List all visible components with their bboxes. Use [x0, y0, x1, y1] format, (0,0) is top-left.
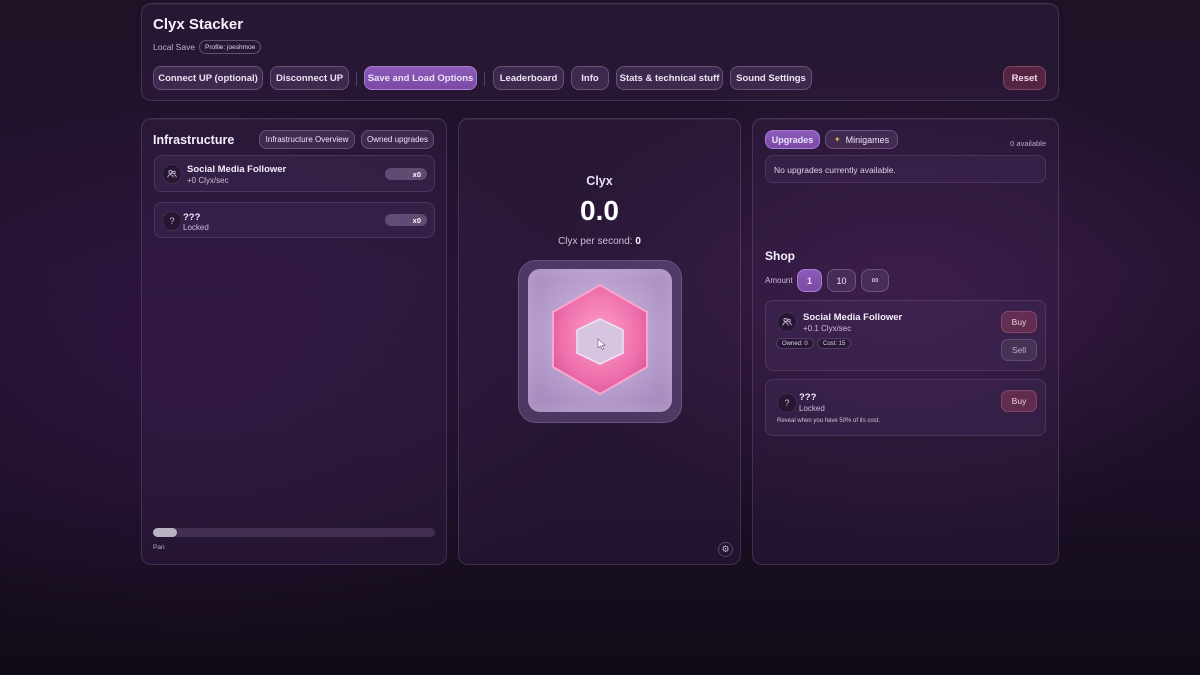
amount-label: Amount — [765, 276, 793, 285]
infrastructure-item[interactable]: ? ??? Locked x0 — [154, 202, 435, 238]
reset-button[interactable]: Reset — [1003, 66, 1046, 90]
infrastructure-item-rate: +0 Clyx/sec — [187, 176, 229, 185]
infrastructure-item-rate: Locked — [183, 223, 209, 232]
tab-upgrades[interactable]: Upgrades — [765, 130, 820, 149]
upgrades-empty-box: No upgrades currently available. — [765, 155, 1046, 183]
per-second-value: 0 — [635, 236, 641, 247]
currency-label: Clyx — [586, 174, 613, 188]
infrastructure-item-name: Social Media Follower — [187, 164, 287, 175]
clicker-button[interactable] — [528, 269, 672, 412]
save-load-options-button[interactable]: Save and Load Options — [364, 66, 477, 90]
hexagon-icon — [552, 284, 648, 395]
minigames-icon: ✦ — [833, 135, 841, 144]
shop-item-name: ??? — [799, 392, 817, 403]
infrastructure-item-count: x0 — [385, 214, 427, 226]
amount-10-button[interactable]: 10 — [827, 269, 856, 292]
tab-owned-upgrades[interactable]: Owned upgrades — [361, 130, 434, 149]
amount-max-button[interactable]: ∞ — [861, 269, 889, 292]
owned-badge: Owned: 0 — [776, 338, 814, 349]
shop-item: Social Media Follower +0.1 Clyx/sec Owne… — [765, 300, 1046, 371]
header-divider — [356, 72, 357, 86]
disconnect-up-button[interactable]: Disconnect UP — [270, 66, 349, 90]
header-divider — [484, 72, 485, 86]
pan-label: Pan — [153, 544, 165, 551]
stats-button[interactable]: Stats & technical stuff — [616, 66, 723, 90]
question-icon: ? — [777, 393, 797, 413]
per-second-label: Clyx per second: — [558, 236, 633, 247]
leaderboard-button[interactable]: Leaderboard — [493, 66, 564, 90]
users-icon — [162, 164, 182, 184]
profile-badge: Profile: joeshmoe — [199, 40, 262, 54]
pan-slider-track[interactable] — [153, 528, 435, 537]
info-button[interactable]: Info — [571, 66, 609, 90]
upgrades-available: 0 available — [1010, 139, 1046, 148]
app-title: Clyx Stacker — [153, 16, 244, 33]
sound-settings-button[interactable]: Sound Settings — [730, 66, 812, 90]
currency-value: 0.0 — [580, 195, 619, 226]
amount-1-button[interactable]: 1 — [797, 269, 822, 292]
per-second-row: Clyx per second: 0 — [458, 236, 741, 247]
users-icon — [777, 312, 797, 332]
shop-item: ? ??? Locked Reveal when you have 50% of… — [765, 379, 1046, 436]
tab-infrastructure-overview[interactable]: Infrastructure Overview — [259, 130, 355, 149]
tab-minigames[interactable]: ✦ Minigames — [825, 130, 898, 149]
cost-badge: Cost: 15 — [817, 338, 852, 349]
connect-up-button[interactable]: Connect UP (optional) — [153, 66, 263, 90]
settings-gear-icon[interactable]: ⚙ — [718, 542, 733, 557]
buy-button[interactable]: Buy — [1001, 390, 1037, 412]
infrastructure-item[interactable]: Social Media Follower +0 Clyx/sec x0 — [154, 155, 435, 192]
reveal-hint: Reveal when you have 50% of its cost. — [777, 418, 881, 424]
shop-item-rate: Locked — [799, 404, 825, 413]
infrastructure-item-count: x0 — [385, 168, 427, 180]
minigames-label: Minigames — [845, 134, 890, 145]
infrastructure-title: Infrastructure — [153, 133, 235, 147]
save-mode-label: Local Save — [153, 42, 196, 52]
pan-slider-handle[interactable] — [153, 528, 177, 537]
shop-item-name: Social Media Follower — [803, 312, 903, 323]
shop-item-rate: +0.1 Clyx/sec — [803, 324, 852, 333]
upgrades-empty-message: No upgrades currently available. — [774, 165, 896, 175]
shop-title: Shop — [765, 249, 795, 263]
infrastructure-item-name: ??? — [183, 212, 201, 223]
sell-button[interactable]: Sell — [1001, 339, 1037, 361]
buy-button[interactable]: Buy — [1001, 311, 1037, 333]
question-icon: ? — [162, 211, 182, 231]
